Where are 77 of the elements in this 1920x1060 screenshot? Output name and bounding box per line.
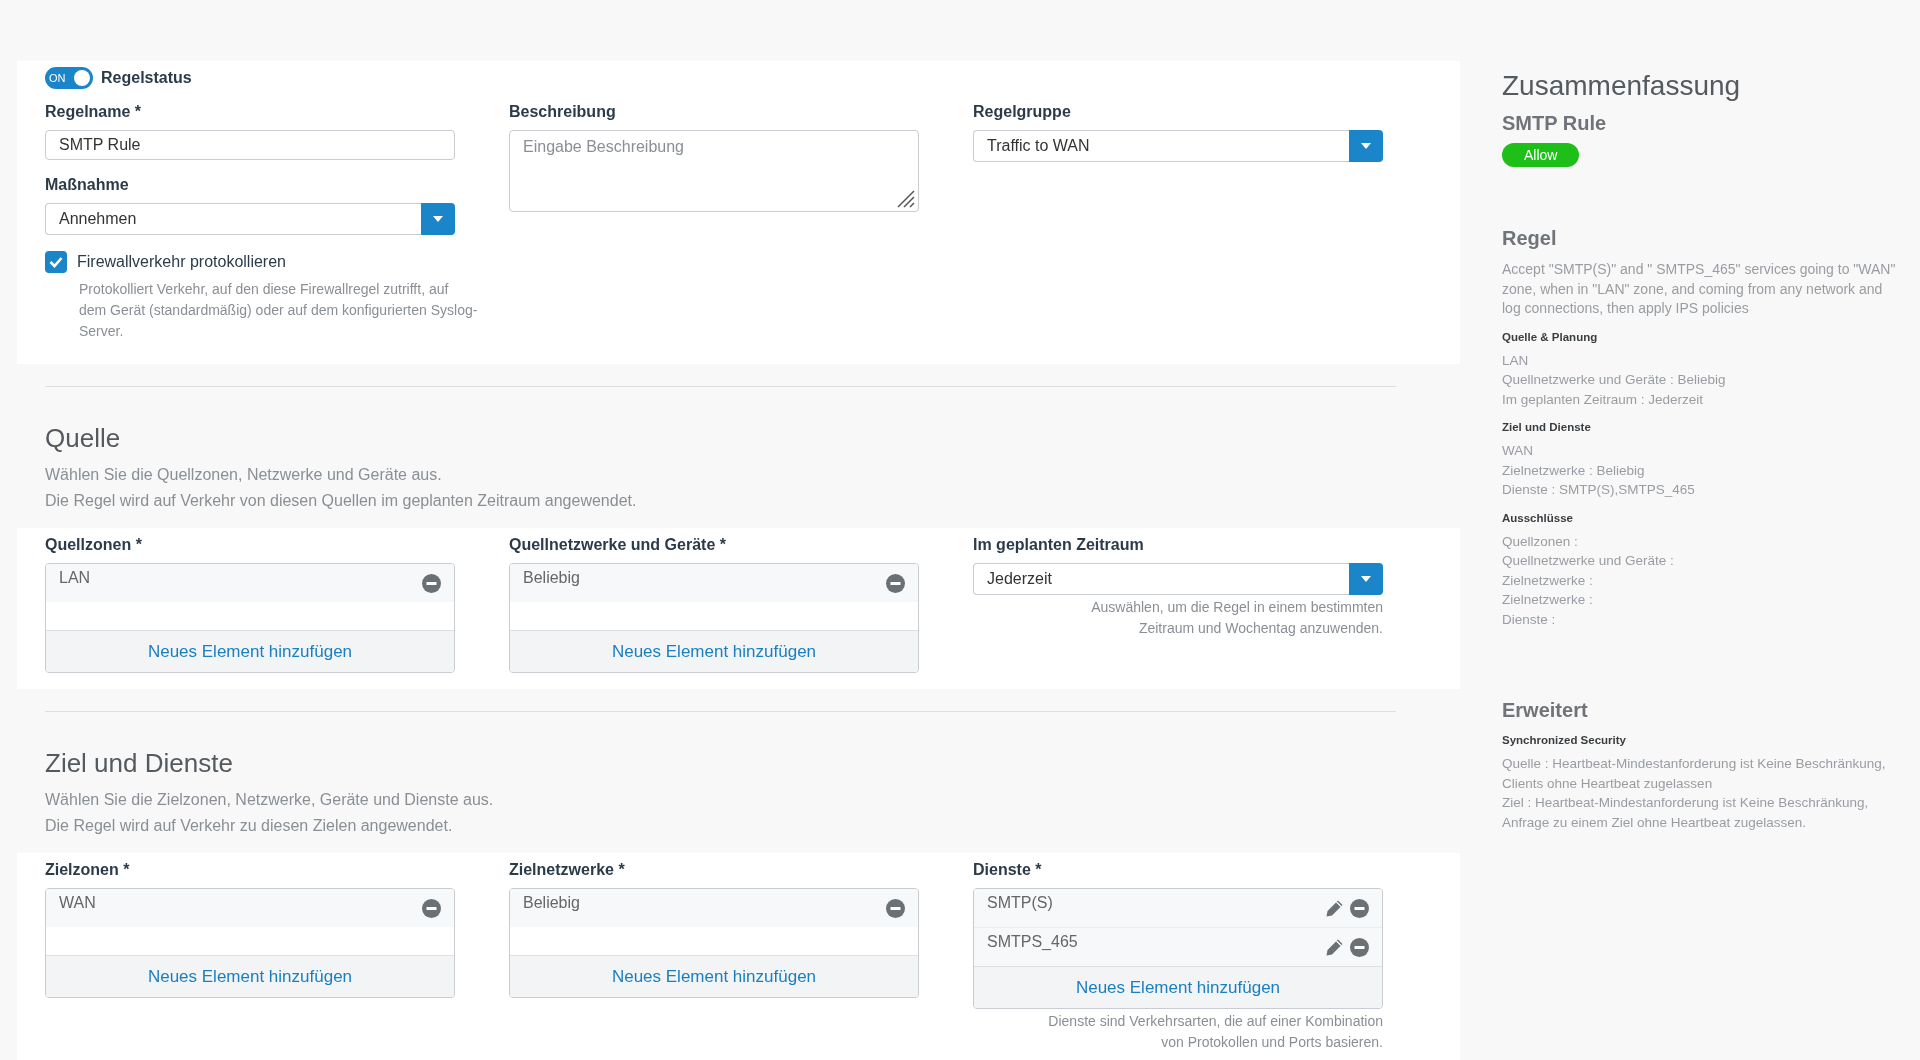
summary-line: Zielnetzwerke : xyxy=(1502,571,1594,590)
summary-line: Ziel : Heartbeat-Mindestanforderung ist Keine Beschränkung, Anfrage zu einem Ziel ohne Heartbeat zugelassen. xyxy=(1502,794,1870,832)
help-text: Protokolliert Verkehr, auf den diese Firewallregel zutrifft, auf dem Gerät (standardmäßig) oder auf dem konfigurierten Syslog-Server. xyxy=(79,280,479,341)
field-label: Regelgruppe xyxy=(973,103,1072,121)
pencil-icon[interactable] xyxy=(1325,898,1344,918)
select-field[interactable]: Traffic to WAN xyxy=(973,130,1349,162)
check-icon xyxy=(49,256,63,268)
summary-line: Quellzonen : xyxy=(1502,532,1579,551)
summary-line: Dienste : SMTP(S),SMTPS_465 xyxy=(1502,481,1696,499)
field-label: Quellzonen * xyxy=(45,536,143,554)
description-textarea[interactable]: Eingabe Beschreibung xyxy=(509,130,919,212)
add-item-button[interactable]: Neues Element hinzufügen xyxy=(974,966,1382,1008)
section-description: Die Regel wird auf Verkehr zu diesen Zielen angewendet. xyxy=(45,816,454,836)
pencil-icon[interactable] xyxy=(1325,937,1344,957)
list-item: SMTP(S) xyxy=(987,893,1054,912)
list-item: SMTPS_465 xyxy=(987,932,1079,951)
dropdown-button[interactable] xyxy=(1349,130,1383,162)
summary-line: Quellnetzwerke und Geräte : xyxy=(1502,552,1675,570)
field-label: Beschreibung xyxy=(509,103,617,121)
list-item: LAN xyxy=(59,568,92,587)
help-text: Dienste sind Verkehrsarten, die auf einer Kombination von Protokollen und Ports basieren. xyxy=(1047,1012,1383,1052)
field-label: Zielzonen * xyxy=(45,861,131,879)
summary-line: WAN xyxy=(1502,442,1534,460)
status-toggle[interactable]: ON xyxy=(45,67,93,89)
select-field[interactable]: Jederzeit xyxy=(973,563,1349,595)
list-item: WAN xyxy=(59,893,97,912)
remove-icon[interactable] xyxy=(1350,937,1369,957)
field-label: Zielnetzwerke * xyxy=(509,861,626,879)
summary-subheading: Quelle & Planung xyxy=(1502,330,1599,343)
summary-line: LAN xyxy=(1502,351,1530,370)
remove-icon[interactable] xyxy=(886,573,905,593)
section-title: Ziel und Dienste xyxy=(45,748,234,779)
checkbox[interactable] xyxy=(45,251,67,273)
select-field[interactable]: Annehmen xyxy=(45,203,421,235)
input-field[interactable]: SMTP Rule xyxy=(45,130,455,160)
remove-icon[interactable] xyxy=(886,898,905,918)
caret-icon xyxy=(1360,142,1372,150)
summary-subheading: Ziel und Dienste xyxy=(1502,421,1592,433)
summary-rule-name: SMTP Rule xyxy=(1502,112,1608,135)
section-title: Quelle xyxy=(45,423,122,454)
dropdown-button[interactable] xyxy=(1349,563,1383,595)
remove-icon[interactable] xyxy=(1350,898,1369,918)
remove-icon[interactable] xyxy=(422,573,441,593)
summary-text: Accept "SMTP(S)" and " SMTPS_465" services going to "WAN" zone, when in "LAN" zone, and coming from any network and log connections, then apply IPS policies xyxy=(1502,260,1897,318)
field-label: Quellnetzwerke und Geräte * xyxy=(509,536,727,554)
summary-heading: Erweitert xyxy=(1502,699,1589,722)
list-item: Beliebig xyxy=(523,893,581,912)
toggle-label: Regelstatus xyxy=(101,69,192,87)
section-description: Die Regel wird auf Verkehr von diesen Quellen im geplanten Zeitraum angewendet. xyxy=(45,491,638,511)
list-item: Beliebig xyxy=(523,568,581,587)
dropdown-button[interactable] xyxy=(421,203,455,235)
add-item-button[interactable]: Neues Element hinzufügen xyxy=(46,955,454,997)
summary-line: Quelle : Heartbeat-Mindestanforderung ist Keine Beschränkung, Clients ohne Heartbeat zugelassen xyxy=(1502,755,1887,793)
field-label: Maßnahme xyxy=(45,176,130,194)
summary-heading: Regel xyxy=(1502,227,1558,250)
summary-line: Zielnetzwerke : xyxy=(1502,591,1594,609)
remove-icon[interactable] xyxy=(422,898,441,918)
checkbox-label: Firewallverkehr protokollieren xyxy=(77,253,286,271)
summary-line: Quellnetzwerke und Geräte : Beliebig xyxy=(1502,371,1727,389)
summary-title: Zusammenfassung xyxy=(1502,70,1742,102)
summary-subheading: Synchronized Security xyxy=(1502,734,1627,746)
summary-subheading: Ausschlüsse xyxy=(1502,511,1574,524)
section-description: Wählen Sie die Zielzonen, Netzwerke, Geräte und Dienste aus. xyxy=(45,790,495,810)
field-label: Dienste * xyxy=(973,861,1043,879)
add-item-button[interactable]: Neues Element hinzufügen xyxy=(510,630,918,672)
caret-icon xyxy=(432,215,444,223)
summary-line: Zielnetzwerke : Beliebig xyxy=(1502,461,1646,480)
add-item-button[interactable]: Neues Element hinzufügen xyxy=(510,955,918,997)
summary-line: Dienste : xyxy=(1502,610,1557,629)
field-label: Im geplanten Zeitraum xyxy=(973,536,1145,554)
add-item-button[interactable]: Neues Element hinzufügen xyxy=(46,630,454,672)
action-badge: Allow xyxy=(1502,143,1580,167)
summary-line: Im geplanten Zeitraum : Jederzeit xyxy=(1502,390,1705,409)
field-label: Regelname * xyxy=(45,103,143,121)
help-text: Auswählen, um die Regel in einem bestimmten Zeitraum und Wochentag anzuwenden. xyxy=(1090,598,1383,638)
caret-icon xyxy=(1360,575,1372,583)
section-description: Wählen Sie die Quellzonen, Netzwerke und Geräte aus. xyxy=(45,465,443,485)
